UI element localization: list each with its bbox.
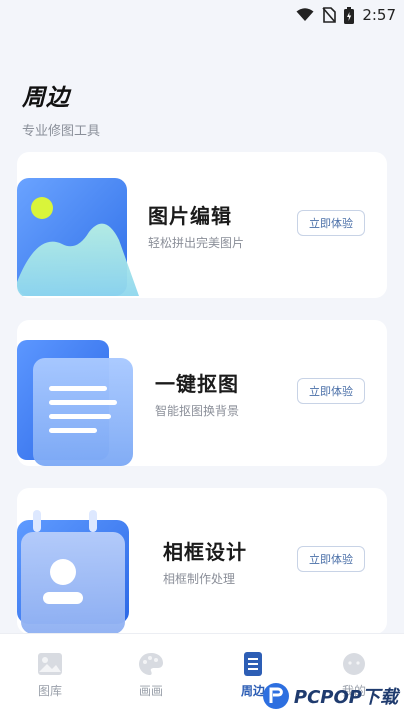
card-desc: 轻松拼出完美图片 bbox=[148, 236, 245, 250]
card-title: 相框设计 bbox=[163, 540, 247, 564]
card-frame[interactable]: 相框设计 相框制作处理 立即体验 bbox=[17, 488, 387, 634]
wifi-icon bbox=[296, 8, 314, 21]
status-bar: 2:57 bbox=[0, 0, 404, 30]
tab-gallery[interactable]: 图库 bbox=[10, 652, 90, 699]
card-image-edit[interactable]: 图片编辑 轻松拼出完美图片 立即体验 bbox=[17, 152, 387, 298]
document-cutout-icon bbox=[17, 340, 133, 466]
page-title: 周边 bbox=[22, 85, 70, 111]
try-button-frame[interactable]: 立即体验 bbox=[297, 546, 365, 572]
gallery-icon bbox=[38, 653, 62, 675]
battery-icon bbox=[344, 6, 355, 24]
card-title: 一键抠图 bbox=[155, 372, 239, 396]
document-icon bbox=[244, 652, 262, 676]
card-desc: 相框制作处理 bbox=[163, 572, 236, 586]
status-icons: 2:57 bbox=[296, 6, 396, 24]
try-button-image-edit[interactable]: 立即体验 bbox=[297, 210, 365, 236]
tab-label: 画画 bbox=[138, 684, 163, 698]
profile-icon bbox=[343, 653, 365, 675]
photo-frame-icon bbox=[17, 510, 129, 634]
watermark-text: PCPOP下载 bbox=[293, 687, 398, 708]
image-edit-icon bbox=[17, 178, 139, 296]
pcpop-logo-icon bbox=[262, 683, 289, 709]
card-desc: 智能抠图换背景 bbox=[155, 404, 240, 418]
try-button-cutout[interactable]: 立即体验 bbox=[297, 378, 365, 404]
card-cutout[interactable]: 一键抠图 智能抠图换背景 立即体验 bbox=[17, 320, 387, 466]
header: 周边 专业修图工具 bbox=[22, 78, 100, 139]
card-title: 图片编辑 bbox=[148, 204, 232, 228]
tab-label: 图库 bbox=[37, 684, 62, 698]
status-time: 2:57 bbox=[362, 6, 396, 24]
watermark: PCPOP下载 bbox=[262, 680, 398, 712]
tab-drawing[interactable]: 画画 bbox=[111, 652, 191, 699]
page-subtitle: 专业修图工具 bbox=[22, 124, 101, 139]
no-sim-icon bbox=[322, 7, 337, 23]
palette-icon bbox=[139, 653, 163, 675]
